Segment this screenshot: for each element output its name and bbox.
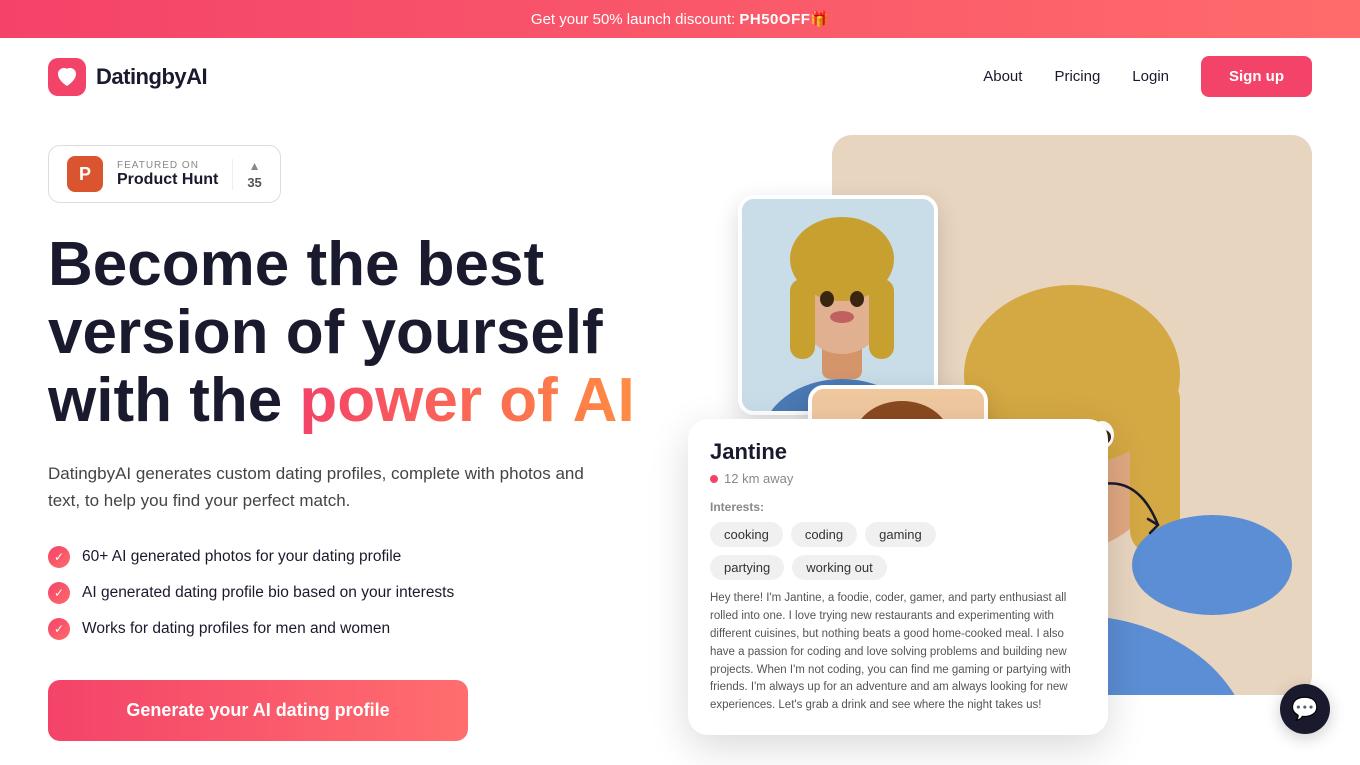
- feature-text-1: 60+ AI generated photos for your dating …: [82, 548, 401, 566]
- product-hunt-label: Product Hunt: [117, 171, 218, 189]
- nav-login[interactable]: Login: [1132, 68, 1169, 85]
- hero-line3-plain: with the: [48, 366, 299, 435]
- cta-button[interactable]: Generate your AI dating profile: [48, 680, 468, 741]
- feature-item-2: ✓ AI generated dating profile bio based …: [48, 582, 708, 604]
- profile-name: Jantine: [710, 439, 1086, 465]
- hero-line3-gradient: power of AI: [299, 366, 634, 435]
- profile-location: 12 km away: [710, 471, 1086, 486]
- check-icon-1: ✓: [48, 546, 70, 568]
- check-icon-2: ✓: [48, 582, 70, 604]
- upvote-arrow-icon: ▲: [249, 159, 261, 173]
- profile-card: Jantine 12 km away Interests: cooking co…: [688, 419, 1108, 735]
- featured-on-label: FEATURED ON: [117, 160, 218, 171]
- banner-text-prefix: Get your 50% launch discount:: [531, 11, 739, 28]
- nav-links: About Pricing Login Sign up: [983, 56, 1312, 97]
- logo-icon: [48, 58, 86, 96]
- feature-item-1: ✓ 60+ AI generated photos for your datin…: [48, 546, 708, 568]
- feature-item-3: ✓ Works for dating profiles for men and …: [48, 618, 708, 640]
- logo[interactable]: DatingbyAI: [48, 58, 207, 96]
- upvote-count: 35: [247, 175, 261, 190]
- interest-working-out: working out: [792, 555, 886, 580]
- promo-banner: Get your 50% launch discount: PH50OFF🎁: [0, 0, 1360, 38]
- product-hunt-logo: P: [67, 156, 103, 192]
- interest-partying: partying: [710, 555, 784, 580]
- interests-label: Interests:: [710, 500, 1086, 514]
- product-hunt-text: FEATURED ON Product Hunt: [117, 160, 218, 189]
- left-column: P FEATURED ON Product Hunt ▲ 35 Become t…: [48, 135, 708, 741]
- signup-button[interactable]: Sign up: [1201, 56, 1312, 97]
- hero-title: Become the best version of yourself with…: [48, 231, 708, 436]
- banner-emoji: 🎁: [810, 11, 829, 28]
- check-icon-3: ✓: [48, 618, 70, 640]
- features-list: ✓ 60+ AI generated photos for your datin…: [48, 546, 708, 640]
- logo-text: DatingbyAI: [96, 64, 207, 90]
- interests-row-1: cooking coding gaming: [710, 522, 1086, 547]
- nav-about[interactable]: About: [983, 68, 1022, 85]
- small-photo-1-svg: [742, 199, 938, 415]
- product-hunt-badge[interactable]: P FEATURED ON Product Hunt ▲ 35: [48, 145, 281, 203]
- navbar: DatingbyAI About Pricing Login Sign up: [0, 38, 1360, 115]
- interests-row-2: partying working out: [710, 555, 1086, 580]
- interest-coding: coding: [791, 522, 857, 547]
- interest-gaming: gaming: [865, 522, 936, 547]
- feature-text-2: AI generated dating profile bio based on…: [82, 584, 454, 602]
- feature-text-3: Works for dating profiles for men and wo…: [82, 620, 390, 638]
- chat-icon: 💬: [1291, 696, 1318, 722]
- profile-bio: Hey there! I'm Jantine, a foodie, coder,…: [710, 590, 1086, 715]
- small-photo-1: [738, 195, 938, 415]
- interest-cooking: cooking: [710, 522, 783, 547]
- upvotes-section: ▲ 35: [232, 159, 261, 190]
- nav-pricing[interactable]: Pricing: [1054, 68, 1100, 85]
- location-dot-icon: [710, 475, 718, 483]
- profile-location-text: 12 km away: [724, 471, 793, 486]
- chat-bubble-button[interactable]: 💬: [1280, 684, 1330, 734]
- hero-subtext: DatingbyAI generates custom dating profi…: [48, 460, 608, 514]
- hero-line1: Become the best: [48, 230, 544, 299]
- main-content: P FEATURED ON Product Hunt ▲ 35 Become t…: [0, 115, 1360, 765]
- promo-code: PH50OFF: [739, 11, 810, 28]
- hero-line2: version of yourself: [48, 298, 603, 367]
- right-column: Jantine 12 km away Interests: cooking co…: [748, 135, 1312, 755]
